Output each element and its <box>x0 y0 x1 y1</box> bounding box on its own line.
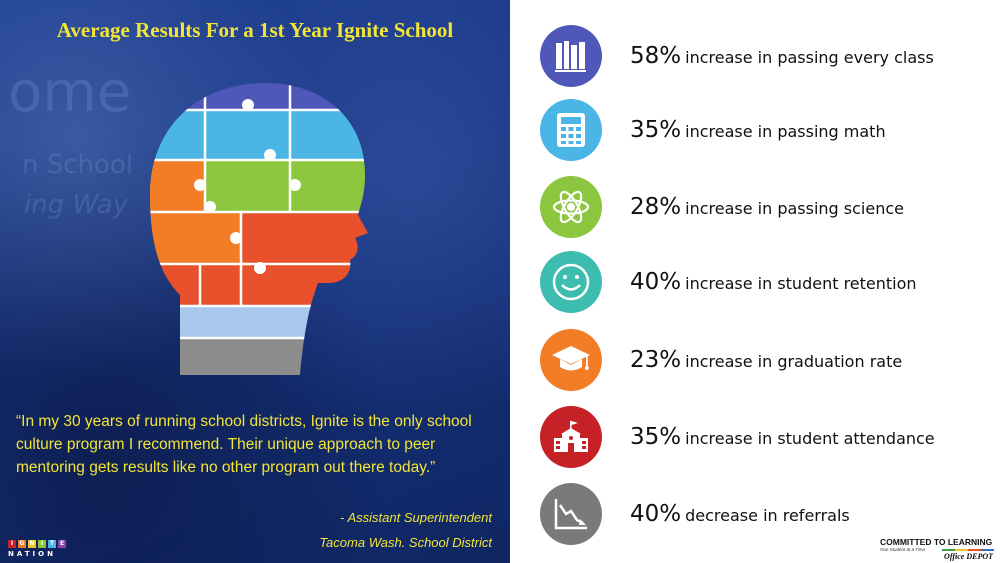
logo-letter: T <box>48 540 56 548</box>
stat-percent: 40% <box>630 501 682 527</box>
stat-row: 35% increase in student attendance <box>540 405 980 469</box>
testimonial-quote: “In my 30 years of running school distri… <box>16 413 472 476</box>
stat-row: 58% increase in passing every class <box>540 24 980 88</box>
quote-author-organization: Tacoma Wash. School District <box>319 535 492 550</box>
stat-percent: 23% <box>630 347 682 373</box>
graduation-cap-icon <box>540 329 602 391</box>
background-word: n School <box>22 150 134 180</box>
ignite-nation-logo: I G N I T E NATION <box>8 540 68 560</box>
stat-text: 58% increase in passing every class <box>630 43 934 69</box>
partner-color-bar <box>942 549 994 551</box>
quote-author-title: - Assistant Superintendent <box>340 510 492 525</box>
stat-percent: 35% <box>630 424 682 450</box>
stat-label: increase in student attendance <box>685 429 935 448</box>
stat-text: 28% increase in passing science <box>630 194 904 220</box>
atom-icon <box>540 176 602 238</box>
stat-percent: 35% <box>630 117 682 143</box>
logo-letter: G <box>18 540 26 548</box>
stat-text: 40% decrease in referrals <box>630 501 850 527</box>
left-panel: ome n School ing Way Average Results For… <box>0 0 510 563</box>
stat-label: increase in passing science <box>685 199 904 218</box>
office-depot-logo: COMMITTED TO LEARNING One Student at a T… <box>880 537 995 561</box>
logo-letter: N <box>28 540 36 548</box>
stat-text: 40% increase in student retention <box>630 269 917 295</box>
books-icon <box>540 25 602 87</box>
stat-label: increase in graduation rate <box>685 352 903 371</box>
stat-percent: 58% <box>630 43 682 69</box>
stat-text: 35% increase in student attendance <box>630 424 935 450</box>
background-word: ing Way <box>24 190 129 220</box>
stat-text: 23% increase in graduation rate <box>630 347 902 373</box>
stat-label: increase in passing math <box>685 122 886 141</box>
stat-label: decrease in referrals <box>685 506 850 525</box>
calculator-icon <box>540 99 602 161</box>
page-title: Average Results For a 1st Year Ignite Sc… <box>56 18 454 42</box>
stat-row: 28% increase in passing science <box>540 175 980 239</box>
logo-letter: I <box>38 540 46 548</box>
stat-label: increase in student retention <box>685 274 917 293</box>
school-building-icon <box>540 406 602 468</box>
partner-tagline: COMMITTED TO LEARNING <box>880 537 993 547</box>
partner-brand: Office DEPOT <box>944 552 993 561</box>
declining-chart-icon <box>540 483 602 545</box>
stat-label: increase in passing every class <box>685 48 934 67</box>
stat-percent: 28% <box>630 194 682 220</box>
stat-percent: 40% <box>630 269 682 295</box>
stat-row: 35% increase in passing math <box>540 98 980 162</box>
smiley-icon <box>540 251 602 313</box>
logo-letter: E <box>58 540 66 548</box>
stat-row: 40% increase in student retention <box>540 250 980 314</box>
background-word: ome <box>8 60 132 125</box>
logo-word: NATION <box>8 550 56 558</box>
logo-letter: I <box>8 540 16 548</box>
stat-row: 23% increase in graduation rate <box>540 328 980 392</box>
puzzle-head-icon <box>150 83 368 375</box>
stat-text: 35% increase in passing math <box>630 117 886 143</box>
